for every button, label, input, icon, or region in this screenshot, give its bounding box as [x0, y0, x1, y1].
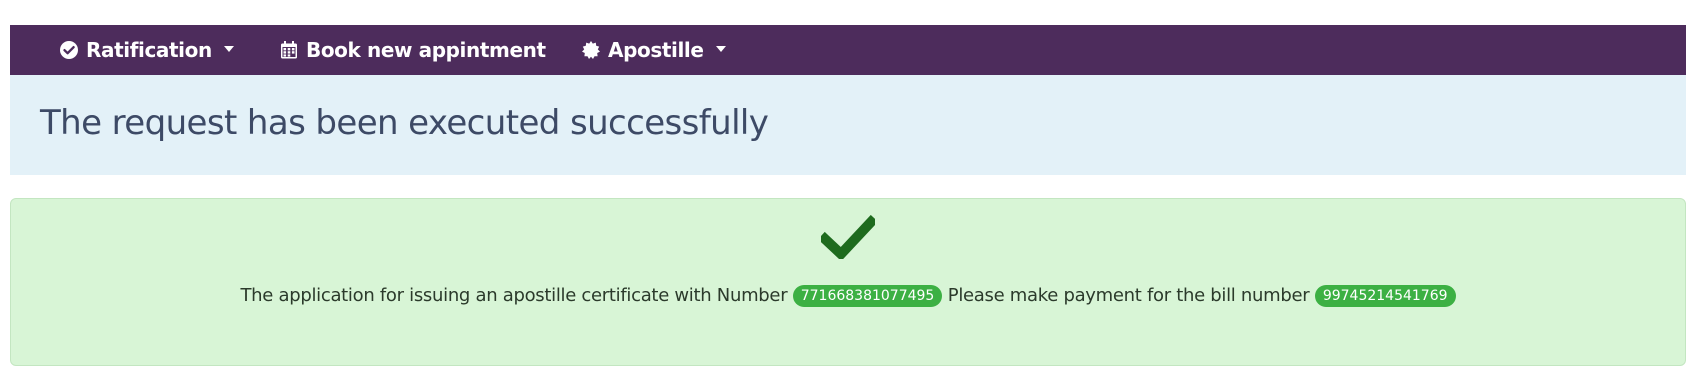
- nav-book-appointment[interactable]: Book new appintment: [278, 25, 546, 75]
- bill-number-badge: 99745214541769: [1314, 285, 1456, 307]
- nav-book-label: Book new appintment: [306, 38, 546, 62]
- check-circle-icon: [58, 39, 80, 61]
- seal-badge-icon: [580, 39, 602, 61]
- page: Ratification Book new appintment Apostil…: [0, 0, 1704, 388]
- success-alert: The application for issuing an apostille…: [10, 198, 1686, 366]
- nav-ratification-label: Ratification: [86, 38, 212, 62]
- page-header-panel: The request has been executed successful…: [10, 75, 1686, 175]
- top-navbar: Ratification Book new appintment Apostil…: [10, 25, 1686, 75]
- success-message: The application for issuing an apostille…: [11, 285, 1685, 307]
- chevron-down-icon: [223, 46, 234, 52]
- nav-apostille-label: Apostille: [608, 38, 704, 62]
- page-title: The request has been executed successful…: [40, 103, 769, 143]
- nav-apostille-menu[interactable]: Apostille: [580, 25, 726, 75]
- checkmark-icon: [821, 215, 875, 259]
- application-number-badge: 771668381077495: [792, 285, 943, 307]
- message-text-before: The application for issuing an apostille…: [240, 285, 788, 306]
- message-text-middle: Please make payment for the bill number: [947, 285, 1310, 306]
- calendar-icon: [278, 39, 300, 61]
- chevron-down-icon: [715, 46, 726, 52]
- nav-ratification-menu[interactable]: Ratification: [58, 25, 234, 75]
